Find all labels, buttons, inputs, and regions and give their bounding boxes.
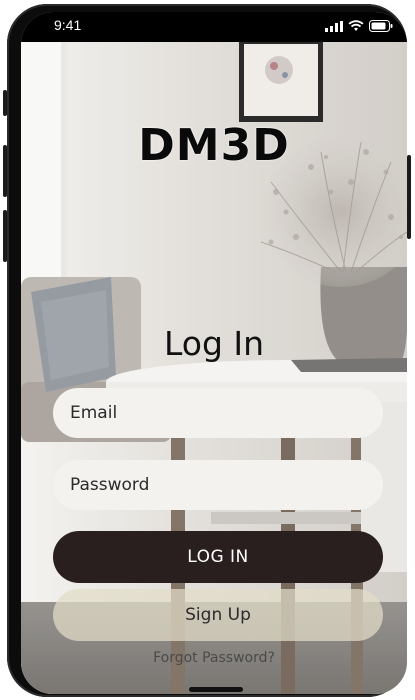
phone-frame: 9:41 DM3D Log In Email LOG IN Sign Up Fo… [7, 4, 407, 697]
brand-logo: DM3D [138, 120, 290, 171]
power-button [407, 155, 411, 239]
phone-screen: 9:41 DM3D Log In Email LOG IN Sign Up Fo… [21, 12, 407, 694]
password-input[interactable] [70, 475, 383, 495]
login-button[interactable]: LOG IN [53, 531, 383, 583]
signup-button[interactable]: Sign Up [53, 589, 383, 641]
status-bar: 9:41 [21, 12, 407, 42]
status-icons [325, 20, 393, 32]
status-time: 9:41 [54, 17, 82, 33]
email-field[interactable] [53, 388, 383, 438]
wifi-icon [348, 20, 364, 31]
forgot-password-link[interactable]: Forgot Password? [21, 650, 407, 666]
cellular-signal-icon [325, 20, 343, 32]
email-input[interactable] [70, 403, 383, 423]
page-title: Log In [163, 324, 265, 363]
battery-icon [369, 20, 393, 32]
password-field[interactable] [53, 460, 383, 510]
home-indicator [189, 687, 243, 692]
